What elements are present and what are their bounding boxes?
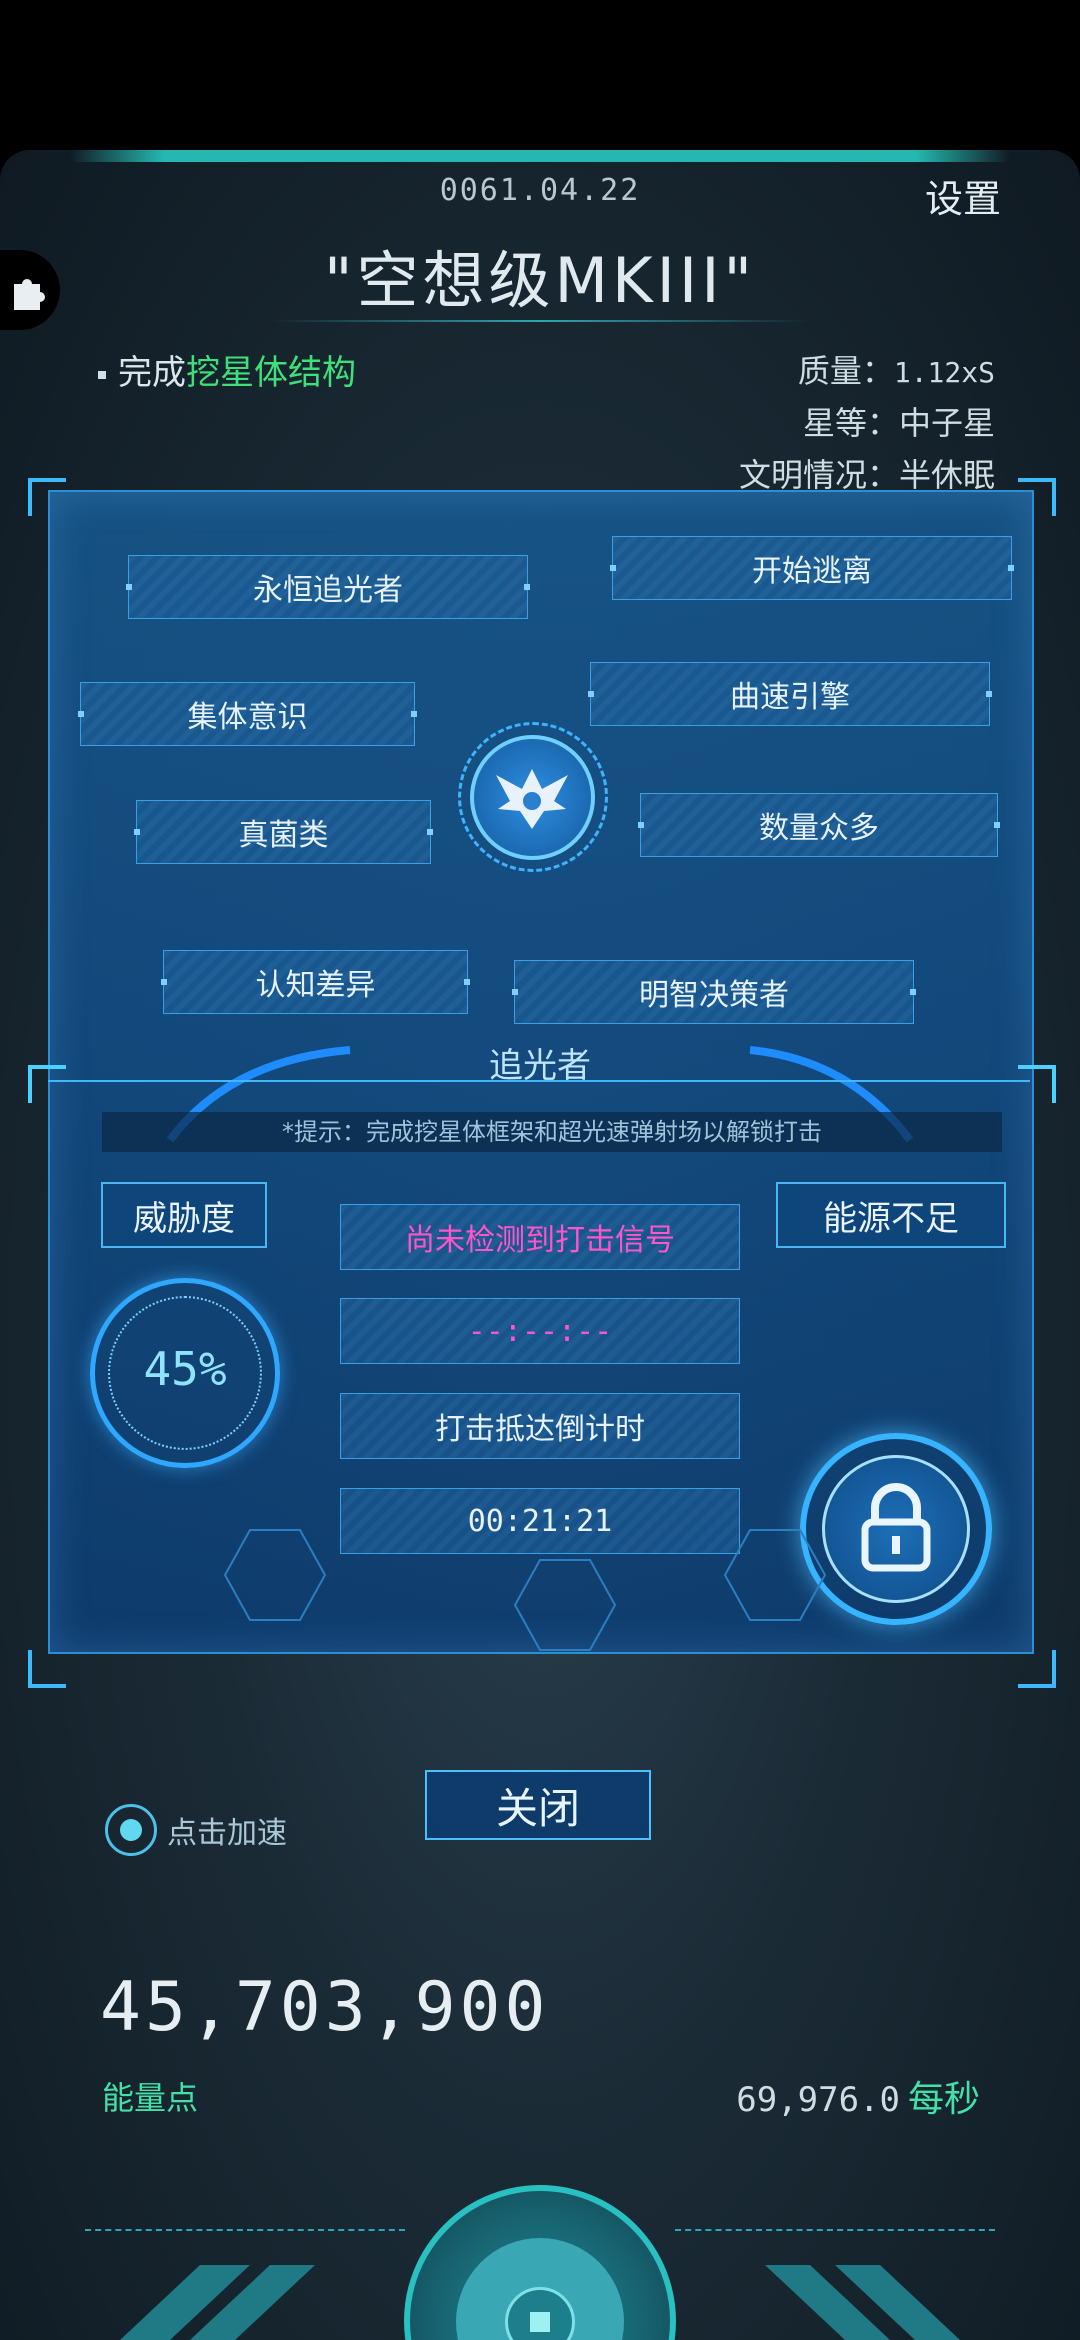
energy-points-label: 能量点: [102, 2079, 199, 2117]
puzzle-icon: [14, 279, 45, 310]
stat-mass: 质量：1.12xS: [798, 346, 995, 392]
energy-status-label: 能源不足: [776, 1182, 1006, 1248]
settings-button[interactable]: 设置: [925, 168, 1001, 223]
panel-corner-br: [1018, 1650, 1056, 1688]
stat-mass-label: 质量：: [797, 352, 894, 390]
mission-bullet: [98, 370, 106, 379]
trait-tag[interactable]: 曲速引擎: [588, 662, 992, 726]
threat-label: 威胁度: [101, 1182, 267, 1248]
game-screen: 0061.04.22 设置 "空想级MKIII" 完成挖星体结构 质量：1.12…: [0, 150, 1080, 2340]
trait-tag[interactable]: 明智决策者: [512, 960, 916, 1024]
trait-tag[interactable]: 开始逃离: [610, 536, 1014, 600]
trait-tag[interactable]: 集体意识: [78, 682, 417, 746]
panel-corner-bl: [28, 1650, 66, 1688]
trait-tag[interactable]: 真菌类: [134, 800, 433, 864]
stat-rank-value: 中子星: [898, 404, 995, 442]
game-date: 0061.04.22: [439, 173, 641, 208]
core-button-square-icon: [530, 2312, 550, 2332]
trait-tag[interactable]: 永恒追光者: [126, 555, 530, 619]
trait-tag[interactable]: 认知差异: [161, 950, 470, 1014]
energy-points-value: 45,703,900: [100, 1968, 550, 2047]
stat-civ-value: 半休眠: [898, 456, 995, 494]
left-dash-line: [85, 2229, 405, 2233]
right-dash-line: [675, 2229, 995, 2233]
speed-up-icon: [105, 1804, 157, 1856]
stat-civ-label: 文明情况：: [738, 456, 899, 494]
countdown-label: 打击抵达倒计时: [340, 1393, 740, 1459]
threat-value: 45%: [143, 1342, 227, 1396]
energy-rate: 69,976.0 每秒: [736, 2070, 980, 2122]
chevron-right-icon[interactable]: [760, 2260, 980, 2340]
speed-up-button[interactable]: 点击加速: [105, 1804, 287, 1856]
ship-name-title: "空想级MKIII": [323, 244, 757, 317]
energy-rate-unit: 每秒: [907, 2079, 980, 2120]
stat-rank: 星等：中子星: [803, 398, 995, 444]
panel-corner-tr: [1018, 478, 1056, 516]
strike-corner-tr: [1018, 1065, 1056, 1103]
mission-highlight: 挖星体结构: [186, 353, 356, 393]
title-underline: [270, 320, 810, 322]
stat-rank-label: 星等：: [802, 404, 899, 442]
strike-divider: [48, 1080, 1030, 1082]
stat-mass-value: 1.12xS: [893, 356, 995, 389]
mission-prefix: 完成: [118, 353, 186, 393]
strike-hint: *提示：完成挖星体框架和超光速弹射场以解锁打击: [102, 1112, 1002, 1152]
signal-status: 尚未检测到打击信号: [340, 1204, 740, 1270]
panel-corner-tl: [28, 478, 66, 516]
signal-time: --:--:--: [340, 1298, 740, 1364]
strike-corner-tl: [28, 1065, 66, 1103]
winged-emblem-icon[interactable]: [470, 735, 595, 860]
mission-objective[interactable]: 完成挖星体结构: [98, 345, 356, 394]
energy-rate-value: 69,976.0: [736, 2080, 900, 2120]
close-button[interactable]: 关闭: [425, 1770, 651, 1840]
speed-up-label: 点击加速: [167, 1816, 287, 1851]
top-accent-bar: [70, 150, 1010, 162]
trait-tag[interactable]: 数量众多: [638, 793, 1000, 857]
chevron-left-icon[interactable]: [100, 2260, 320, 2340]
hex-decoration: [223, 1529, 827, 1651]
winged-emblem-graphic: [496, 769, 568, 829]
